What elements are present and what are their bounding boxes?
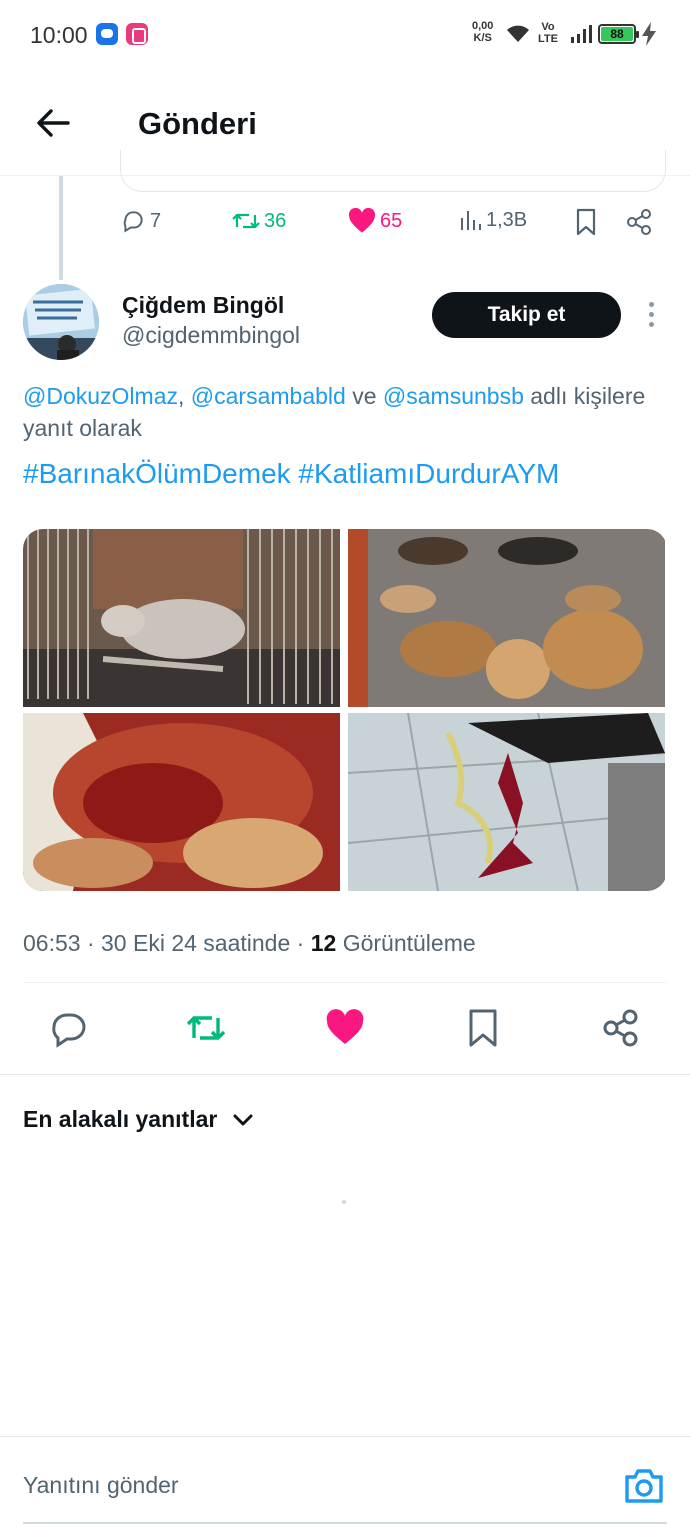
page-title: Gönderi — [138, 106, 257, 141]
prev-reply-button[interactable]: 7 — [120, 208, 161, 234]
prev-like-button[interactable]: 65 — [348, 208, 402, 234]
reply-context: @DokuzOlmaz, @carsambabld ve @samsunbsb … — [23, 380, 688, 444]
prev-retweet-count: 36 — [264, 209, 287, 232]
battery-icon: 88 — [598, 24, 639, 44]
share-icon — [627, 209, 651, 235]
media-photo-2[interactable] — [348, 529, 665, 707]
author-name[interactable]: Çiğdem Bingöl — [122, 292, 284, 319]
divider — [23, 982, 667, 983]
mention-link[interactable]: @DokuzOlmaz — [23, 383, 178, 409]
battery-level: 88 — [601, 27, 633, 41]
prev-views-button[interactable]: 1,3B — [458, 208, 527, 232]
network-speed: 0,00 K/S — [472, 20, 493, 44]
loading-indicator — [342, 1200, 346, 1204]
tweet-meta: 06:53 · 30 Eki 24 saatinde · 12 Görüntül… — [23, 930, 476, 957]
volte-top: Vo — [541, 21, 555, 33]
charging-bolt-icon — [642, 22, 656, 46]
media-grid — [23, 529, 667, 891]
views-icon — [461, 211, 481, 230]
messages-notification-icon — [96, 23, 118, 45]
mention-link[interactable]: @samsunbsb — [383, 383, 524, 409]
more-options-icon[interactable] — [640, 300, 662, 330]
follow-button[interactable]: Takip et — [432, 292, 621, 338]
hashtags[interactable]: #BarınakÖlümDemek #KatliamıDurdurAYM — [23, 458, 559, 490]
retweet-icon — [232, 213, 260, 229]
prev-share-button[interactable] — [625, 208, 653, 236]
tweet-date[interactable]: 30 Eki 24 saatinde — [101, 930, 290, 956]
bookmark-icon[interactable] — [463, 1008, 503, 1048]
camera-icon[interactable] — [624, 1466, 664, 1506]
signal-icon — [571, 25, 592, 43]
divider — [0, 1074, 690, 1075]
avatar[interactable] — [23, 284, 99, 360]
sort-label: En alakalı yanıtlar — [23, 1106, 218, 1132]
meta-separator: · — [290, 930, 311, 956]
divider — [0, 1436, 690, 1437]
status-time: 10:00 — [30, 22, 88, 48]
previous-tweet-actions: 7 36 65 1,3B — [0, 208, 690, 248]
view-count: 12 — [310, 930, 337, 956]
media-photo-3[interactable] — [23, 713, 340, 891]
previous-tweet-card[interactable] — [120, 150, 666, 192]
media-photo-4[interactable] — [348, 713, 665, 891]
media-photo-1[interactable] — [23, 529, 340, 707]
prev-retweet-button[interactable]: 36 — [232, 208, 286, 234]
author-handle[interactable]: @cigdemmbingol — [122, 322, 300, 349]
reply-icon[interactable] — [49, 1008, 89, 1048]
network-speed-value: 0,00 — [472, 20, 494, 32]
tweet-actions — [0, 1008, 690, 1050]
prev-views-count: 1,3B — [486, 208, 528, 231]
status-bar: 10:00 0,00 K/S Vo LTE 88 — [0, 0, 690, 70]
tweet-time[interactable]: 06:53 — [23, 930, 81, 956]
network-speed-unit: K/S — [473, 32, 492, 44]
replies-sort-dropdown[interactable]: En alakalı yanıtlar — [23, 1106, 255, 1133]
reply-icon — [123, 211, 143, 233]
prev-bookmark-button[interactable] — [574, 208, 598, 236]
mention-separator: ve — [345, 383, 383, 409]
prev-like-count: 65 — [380, 209, 403, 232]
mention-link[interactable]: @carsambabld — [191, 383, 346, 409]
prev-reply-count: 7 — [150, 209, 162, 232]
share-icon[interactable] — [601, 1008, 641, 1048]
reply-input[interactable]: Yanıtını gönder — [23, 1472, 179, 1499]
heart-icon[interactable] — [325, 1008, 365, 1048]
bookmark-icon — [576, 208, 596, 236]
heart-icon — [348, 208, 376, 233]
meta-separator: · — [80, 930, 102, 956]
mention-separator: , — [178, 383, 191, 409]
chevron-down-icon — [233, 1114, 253, 1125]
reply-input-underline — [23, 1522, 667, 1524]
back-arrow-icon[interactable] — [30, 100, 76, 146]
wifi-icon — [507, 25, 529, 42]
view-label: Görüntüleme — [342, 930, 476, 956]
app-notification-icon — [126, 23, 148, 45]
volte-indicator: Vo LTE — [538, 21, 558, 45]
volte-bottom: LTE — [538, 33, 558, 45]
retweet-icon[interactable] — [186, 1008, 226, 1048]
